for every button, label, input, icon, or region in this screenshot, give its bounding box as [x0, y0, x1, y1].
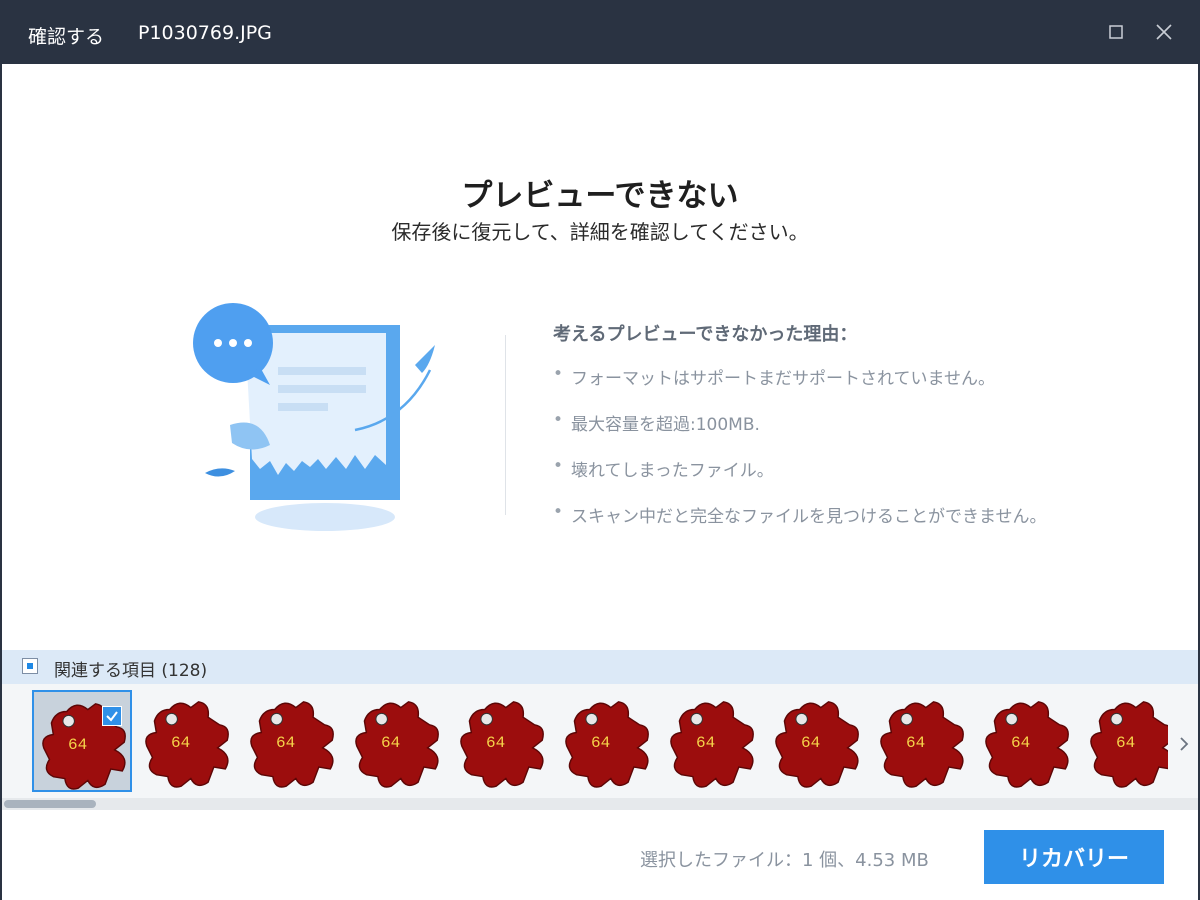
- thumbnail-badge: 64: [68, 736, 88, 754]
- preview-heading: プレビューできない: [461, 178, 739, 214]
- thumbnail-badge: 64: [801, 734, 821, 752]
- recover-button[interactable]: リカバリー: [984, 830, 1164, 884]
- thumbnail-item[interactable]: 64: [32, 690, 132, 792]
- related-items-label: 関連する項目 (128): [54, 661, 208, 681]
- maximize-icon: [1109, 25, 1123, 39]
- file-name: P1030769.JPG: [138, 22, 272, 44]
- horizontal-scrollbar[interactable]: [2, 798, 1198, 810]
- thumbnail-badge: 64: [276, 734, 296, 752]
- related-items-bar: 関連する項目 (128): [2, 650, 1198, 684]
- selection-summary: 選択したファイル：1 個、4.53 MB: [640, 850, 929, 871]
- thumbnail-badge: 64: [1116, 734, 1136, 752]
- thumbnail-item[interactable]: 64: [347, 690, 447, 792]
- thumbnail-item[interactable]: 64: [242, 690, 342, 792]
- check-icon[interactable]: [102, 706, 122, 726]
- thumbnail-badge: 64: [696, 734, 716, 752]
- thumbnail-item[interactable]: 64: [452, 690, 552, 792]
- close-button[interactable]: [1148, 18, 1180, 46]
- reason-item: 最大容量を超過:100MB.: [553, 410, 1047, 435]
- preview-subheading: 保存後に復元して、詳細を確認してください。: [391, 220, 809, 244]
- maximize-button[interactable]: [1100, 18, 1132, 46]
- scrollbar-thumb[interactable]: [4, 800, 96, 808]
- reason-item: フォーマットはサポートまだサポートされていません。: [553, 364, 1047, 389]
- reasons-list: フォーマットはサポートまだサポートされていません。 最大容量を超過:100MB.…: [553, 364, 1047, 527]
- close-icon: [1156, 24, 1172, 40]
- thumbnail-badge: 64: [171, 734, 191, 752]
- thumbnail-item[interactable]: 64: [872, 690, 972, 792]
- thumbnail-item[interactable]: 64: [137, 690, 237, 792]
- title-bar: 確認する P1030769.JPG: [0, 0, 1200, 64]
- chevron-right-icon: [1180, 737, 1189, 751]
- thumbnail-item[interactable]: 64: [557, 690, 657, 792]
- related-select-all-checkbox[interactable]: [22, 658, 38, 674]
- thumbnail-badge: 64: [381, 734, 401, 752]
- reason-item: 壊れてしまったファイル。: [553, 456, 1047, 481]
- thumbnail-badge: 64: [1011, 734, 1031, 752]
- no-preview-illustration: [190, 295, 450, 545]
- thumbnail-item[interactable]: 64: [1082, 690, 1168, 792]
- thumbnail-badge: 64: [906, 734, 926, 752]
- section-divider: [505, 335, 506, 515]
- reason-item: スキャン中だと完全なファイルを見つけることができません。: [553, 502, 1047, 527]
- thumbnail-badge: 64: [591, 734, 611, 752]
- thumbnail-list: 64 64 64 64 64 64 64 64 64 64 64: [32, 688, 1168, 794]
- reasons-panel: 考えるプレビューできなかった理由： フォーマットはサポートまだサポートされていま…: [553, 320, 1047, 548]
- thumbnail-badge: 64: [486, 734, 506, 752]
- reasons-title: 考えるプレビューできなかった理由：: [553, 324, 858, 345]
- scroll-right-button[interactable]: [1176, 732, 1192, 756]
- thumbnail-item[interactable]: 64: [767, 690, 867, 792]
- thumbnail-strip: 64 64 64 64 64 64 64 64 64 64 64: [2, 684, 1198, 810]
- thumbnail-item[interactable]: 64: [977, 690, 1077, 792]
- thumbnail-item[interactable]: 64: [662, 690, 762, 792]
- window-title: 確認する: [28, 26, 105, 48]
